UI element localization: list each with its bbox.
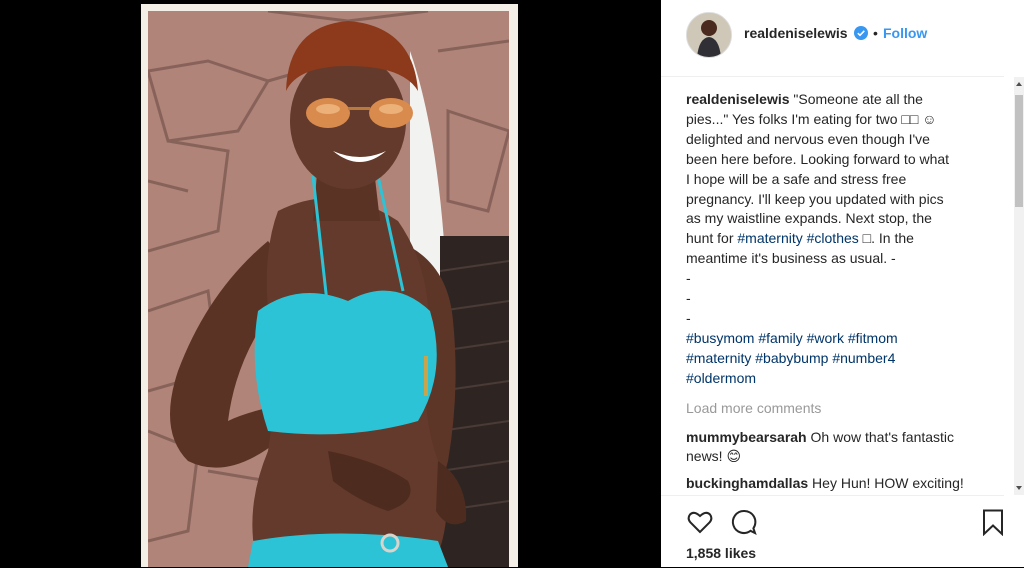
caption-line-4: been here before. Looking forward to wha… [686,150,950,167]
comment-1-cont: news! 😊 [686,448,742,465]
caption-line-8: hunt for #maternity #clothes □. In the [686,229,991,249]
comment-text: Hey Hun! HOW exciting! [812,475,964,492]
post-photo[interactable] [148,11,509,567]
hashtag-link[interactable]: #clothes [807,230,859,246]
hashtag-link[interactable]: #fitmom [848,330,898,346]
bookmark-icon[interactable] [979,508,1007,537]
hashtag-link[interactable]: #babybump [755,350,828,366]
caption-line-9: meantime it's business as usual. - [686,250,896,267]
comment-1: mummybearsarah Oh wow that's fantastic [686,428,991,448]
caption-dash: - [686,270,691,287]
hashtag-row-3: #oldermom [686,369,991,389]
caption-dash: - [686,290,691,307]
hashtag-row-2: #maternity #babybump #number4 [686,349,991,369]
avatar[interactable] [686,12,732,58]
hashtag-link[interactable]: #maternity [737,230,802,246]
caption-author[interactable]: realdeniselewis [686,91,790,107]
comment-text: Oh wow that's fantastic [810,428,955,445]
load-more-comments-button[interactable]: Load more comments [686,399,991,419]
comment-bubble-icon[interactable] [730,508,758,536]
comments-list: realdeniselewis "Someone ate all the pie… [686,90,991,495]
post-username[interactable]: realdeniselewis [744,25,848,41]
comments-scrollbar[interactable] [1014,77,1024,495]
caption-line-7: as my waistline expands. Next stop, the [686,210,932,227]
scroll-thumb[interactable] [1015,95,1023,207]
avatar-image [687,13,731,57]
caption-text: hunt for [686,230,738,247]
post-actions: 1,858 likes [661,495,1004,568]
heart-icon[interactable] [686,508,714,536]
caption-dash: - [686,309,691,326]
hashtag-link[interactable]: #maternity [686,350,751,366]
hashtag-link[interactable]: #family [758,330,802,346]
caption-line-2: pies..." Yes folks I'm eating for two □□… [686,110,937,127]
separator-dot: • [873,25,878,41]
caption-line-6: pregnancy. I'll keep you updated with pi… [686,190,944,207]
photo-illustration [148,11,509,567]
comment-author[interactable]: buckinghamdallas [686,475,808,491]
comment-author[interactable]: mummybearsarah [686,429,807,445]
post-details-pane: realdeniselewis • Follow realdeniselewis… [661,0,1024,567]
scroll-down-arrow-icon[interactable] [1016,486,1022,490]
caption-text: □. In the [858,230,914,247]
photo-pane [0,0,661,567]
hashtag-link[interactable]: #oldermom [686,370,756,386]
caption-line-3: delighted and nervous even though I've [686,130,930,147]
scroll-up-arrow-icon[interactable] [1016,82,1022,86]
comment-2: buckinghamdallas Hey Hun! HOW exciting! [686,474,991,494]
caption-line-1: realdeniselewis "Someone ate all the [686,90,991,110]
follow-button[interactable]: Follow [883,25,927,41]
hashtag-link[interactable]: #number4 [832,350,895,366]
hashtag-link[interactable]: #busymom [686,330,754,346]
post-header: realdeniselewis • Follow [661,0,1004,77]
hashtag-link[interactable]: #work [807,330,844,346]
caption-text: "Someone ate all the [793,91,923,107]
likes-count[interactable]: 1,858 likes [686,545,756,561]
verified-badge-icon [854,26,868,40]
hashtag-row-1: #busymom #family #work #fitmom [686,329,991,349]
caption-line-5: I hope will be a safe and stress free [686,170,907,187]
